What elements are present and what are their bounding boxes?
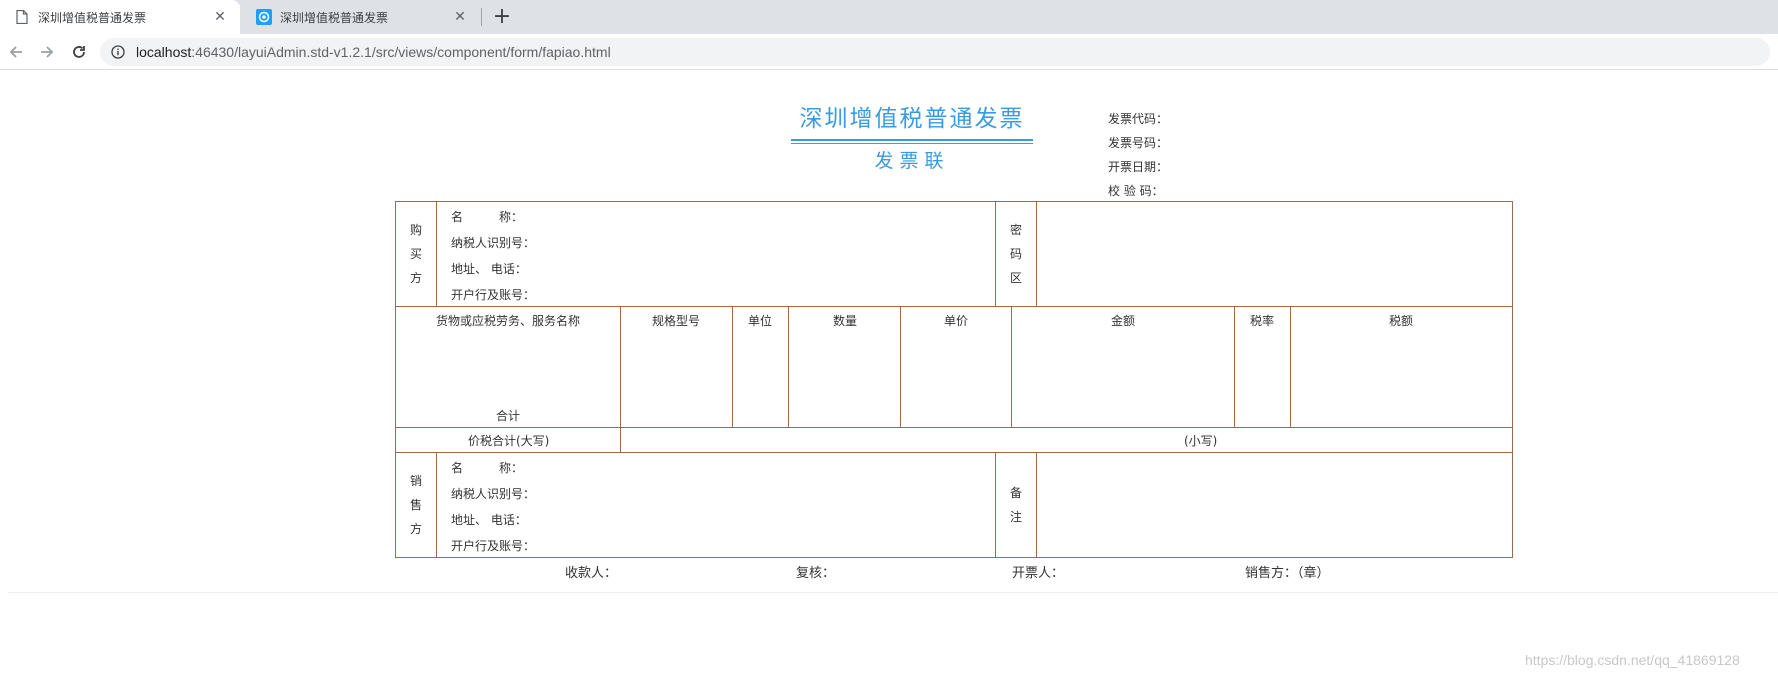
buyer-bank-label: 开户行及账号：	[451, 288, 536, 302]
col-header-amount: 金额	[1111, 314, 1136, 328]
invoice-check-label: 校 验 码：	[1108, 184, 1164, 198]
col-header-rate: 税率	[1250, 314, 1275, 328]
buyer-side-label: 方	[410, 271, 423, 285]
seller-bank-label: 开户行及账号：	[451, 539, 536, 553]
seller-side-label: 销	[410, 474, 423, 488]
buyer-address-label: 地址、 电话：	[451, 262, 527, 276]
seller-name-label: 名 称：	[451, 461, 524, 475]
tab-active[interactable]: 深圳增值税普通发票 ✕	[0, 0, 240, 34]
col-divider	[788, 306, 789, 427]
col-divider	[732, 306, 733, 427]
close-icon[interactable]: ✕	[450, 7, 470, 27]
total-label: 合计	[496, 409, 521, 423]
col-header-price: 单价	[944, 314, 969, 328]
row-divider	[396, 452, 1512, 453]
invoice-table: 购 买 方 名 称： 纳税人识别号： 地址、 电话： 开户行及账号： 密 码 区…	[395, 201, 1513, 558]
cipher-label: 码	[1010, 247, 1023, 261]
title-underline	[791, 143, 1033, 144]
total-capital-label: 价税合计(大写)	[468, 434, 550, 448]
url-host: localhost	[136, 44, 192, 60]
seller-side-label: 售	[410, 498, 423, 512]
forward-arrow-icon[interactable]	[35, 40, 59, 64]
row-divider	[396, 427, 1512, 428]
remark-label: 备	[1010, 486, 1023, 500]
seller-side-label: 方	[410, 522, 423, 536]
seller-address-label: 地址、 电话：	[451, 513, 527, 527]
back-arrow-icon[interactable]	[4, 40, 28, 64]
col-divider	[1234, 306, 1235, 427]
tab-title: 深圳增值税普通发票	[38, 10, 147, 25]
col-divider	[1036, 202, 1037, 306]
invoice-subtitle: 发票联	[874, 150, 950, 172]
info-icon[interactable]	[110, 44, 126, 60]
total-small-label: (小写)	[1184, 434, 1218, 448]
col-divider	[995, 452, 996, 557]
col-header-tax: 税额	[1389, 314, 1414, 328]
layui-icon	[256, 9, 272, 25]
close-icon[interactable]: ✕	[210, 7, 230, 27]
url-path: :46430/layuiAdmin.std-v1.2.1/src/views/c…	[191, 44, 611, 60]
reload-icon[interactable]	[67, 40, 91, 64]
payee-label: 收款人：	[565, 566, 618, 581]
col-divider	[436, 202, 437, 306]
buyer-side-label: 购	[410, 223, 423, 237]
col-divider	[1011, 306, 1012, 427]
remark-label: 注	[1010, 510, 1023, 524]
row-divider	[396, 306, 1512, 307]
cipher-label: 区	[1010, 271, 1023, 285]
drawer-label: 开票人：	[1012, 566, 1065, 581]
url-text: localhost:46430/layuiAdmin.std-v1.2.1/sr…	[136, 44, 611, 60]
tab-bar: 深圳增值税普通发票 ✕ 深圳增值税普通发票 ✕ +	[0, 0, 1778, 34]
tab-title: 深圳增值税普通发票	[280, 10, 389, 25]
invoice-number-label: 发票号码：	[1108, 136, 1169, 150]
reviewer-label: 复核：	[796, 566, 836, 581]
col-header-qty: 数量	[833, 314, 858, 328]
seller-seal-label: 销售方：（章）	[1245, 566, 1330, 581]
col-header-goods: 货物或应税劳务、服务名称	[436, 314, 581, 328]
watermark: https://blog.csdn.net/qq_41869128	[1525, 652, 1740, 668]
col-header-spec: 规格型号	[652, 314, 701, 328]
buyer-name-label: 名 称：	[451, 210, 524, 224]
page-icon	[14, 9, 30, 25]
browser-toolbar: localhost:46430/layuiAdmin.std-v1.2.1/sr…	[0, 34, 1778, 70]
tab-separator	[481, 8, 482, 26]
new-tab-icon[interactable]: +	[490, 5, 514, 29]
col-divider	[436, 452, 437, 557]
col-header-unit: 单位	[748, 314, 773, 328]
buyer-side-label: 买	[410, 247, 423, 261]
tab-inactive[interactable]: 深圳增值税普通发票 ✕	[242, 0, 480, 34]
col-divider	[1036, 452, 1037, 557]
col-divider	[900, 306, 901, 427]
title-underline	[791, 139, 1033, 141]
cipher-label: 密	[1010, 223, 1023, 237]
col-divider	[620, 306, 621, 452]
invoice-title: 深圳增值税普通发票	[799, 106, 1025, 132]
invoice-date-label: 开票日期：	[1108, 160, 1169, 174]
address-bar[interactable]: localhost:46430/layuiAdmin.std-v1.2.1/sr…	[100, 38, 1770, 66]
seller-tax-id-label: 纳税人识别号：	[451, 487, 536, 501]
invoice-code-label: 发票代码：	[1108, 112, 1169, 126]
buyer-tax-id-label: 纳税人识别号：	[451, 236, 536, 250]
col-divider	[995, 202, 996, 306]
col-divider	[1290, 306, 1291, 427]
